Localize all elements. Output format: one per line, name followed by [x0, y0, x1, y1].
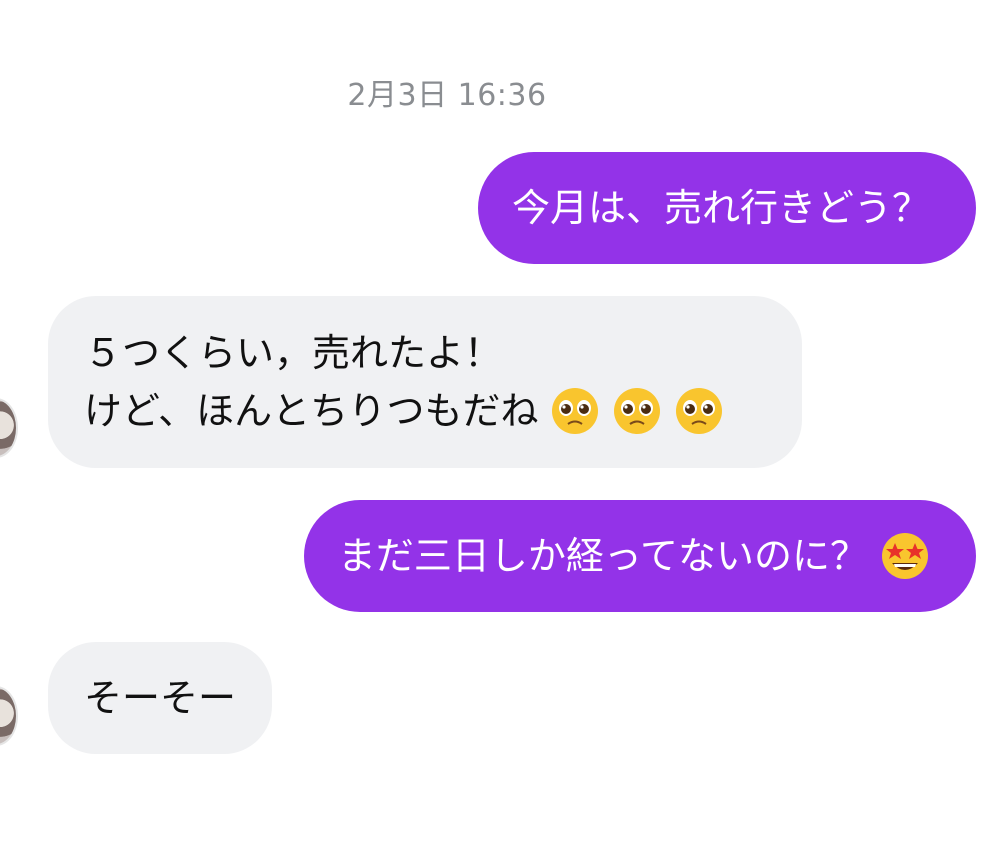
- message-text-line-1: ５つくらい，売れたよ！: [84, 331, 503, 375]
- contact-avatar[interactable]: [0, 686, 18, 746]
- outgoing-message-bubble[interactable]: まだ三日しか経ってないのに？: [303, 500, 976, 612]
- pleading-face-icon: [614, 388, 661, 434]
- pleading-face-icon: [676, 388, 723, 434]
- star-struck-icon: [882, 533, 928, 579]
- message-text-line-2: けど、ほんとちりつもだね: [84, 389, 539, 433]
- incoming-message-bubble[interactable]: そーそー: [48, 642, 273, 754]
- chat-thread: 2月3日 16:36 今月は、売れ行きどう？ ５つくらい，売れたよ！ けど、ほん…: [0, 0, 1000, 850]
- contact-avatar[interactable]: [0, 398, 18, 458]
- message-text: そーそー: [84, 676, 237, 720]
- message-timestamp: 2月3日 16:36: [347, 78, 547, 113]
- message-text: まだ三日しか経ってないのに？: [337, 534, 868, 578]
- incoming-message-bubble[interactable]: ５つくらい，売れたよ！ けど、ほんとちりつもだね: [48, 296, 802, 468]
- pleading-face-icon: [552, 388, 599, 434]
- message-text: 今月は、売れ行きどう？: [511, 186, 930, 230]
- outgoing-message-bubble[interactable]: 今月は、売れ行きどう？: [477, 152, 976, 264]
